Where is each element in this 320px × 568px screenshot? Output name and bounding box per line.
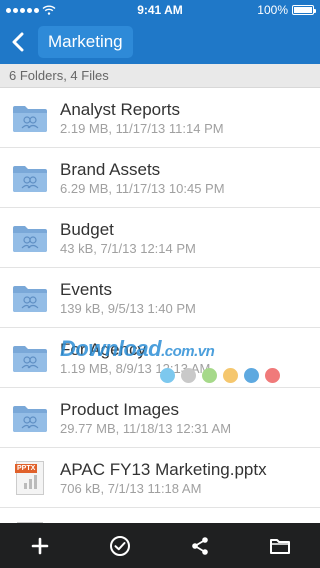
list-item-meta: 2.19 MB, 11/17/13 11:14 PM: [60, 120, 224, 136]
folder-icon: [0, 388, 60, 448]
watermark-text: Download: [60, 336, 162, 361]
checkmark-icon: [110, 535, 130, 556]
watermark-logo: Download.com.vn: [60, 336, 215, 362]
folder-icon: [0, 88, 60, 148]
list-item-text: Analyst Reports 2.19 MB, 11/17/13 11:14 P…: [60, 99, 224, 137]
list-item-text: Events 139 kB, 9/5/13 1:40 PM: [60, 279, 196, 317]
watermark-dot: [244, 368, 259, 383]
folder-icon: [0, 148, 60, 208]
list-item[interactable]: Brand Assets 6.29 MB, 11/17/13 10:45 PM: [0, 148, 320, 208]
watermark-dot: [160, 368, 175, 383]
list-item-meta: 43 kB, 7/1/13 12:14 PM: [60, 240, 196, 256]
list-item[interactable]: Product Images 29.77 MB, 11/18/13 12:31 A…: [0, 388, 320, 448]
folder-button[interactable]: [260, 526, 300, 566]
battery-icon: [292, 5, 316, 15]
folder-icon: [0, 208, 60, 268]
watermark-dot: [265, 368, 280, 383]
list-item[interactable]: Budget 43 kB, 7/1/13 12:14 PM: [0, 208, 320, 268]
list-item-meta: 706 kB, 7/1/13 11:18 AM: [60, 480, 202, 496]
back-button[interactable]: [6, 22, 30, 62]
signal-strength-icon: [6, 7, 39, 13]
folder-icon: [0, 268, 60, 328]
plus-icon: [31, 537, 49, 554]
share-icon: [192, 536, 208, 555]
list-item-meta: 139 kB, 9/5/13 1:40 PM: [60, 300, 196, 316]
chevron-left-icon: [12, 32, 24, 52]
list-item-name: Brand Assets: [60, 159, 161, 179]
pptx-file-icon: PPTX: [0, 448, 60, 508]
watermark-dot: [223, 368, 238, 383]
list-item-text: Brand Assets 6.29 MB, 11/17/13 10:45 PM: [60, 159, 225, 197]
status-bar: 9:41 AM 100%: [0, 0, 320, 20]
folder-icon: [270, 538, 290, 554]
add-button[interactable]: [20, 526, 60, 566]
list-item-text: APAC FY13 Marketing.pptx 706 kB, 7/1/13 1…: [60, 459, 267, 497]
list-item-name: Analyst Reports: [60, 99, 180, 119]
folder-summary: 6 Folders, 4 Files: [0, 64, 320, 88]
list-item-name: Events: [60, 279, 112, 299]
select-button[interactable]: [100, 526, 140, 566]
folder-icon: [0, 328, 60, 388]
list-item[interactable]: Analyst Reports 2.19 MB, 11/17/13 11:14 P…: [0, 88, 320, 148]
watermark-dot: [181, 368, 196, 383]
wifi-icon: [42, 5, 56, 15]
watermark-dot: [202, 368, 217, 383]
battery-percent: 100%: [257, 3, 288, 17]
signal-wifi-group: [6, 5, 56, 15]
file-icon: [0, 508, 60, 523]
battery-group: 100%: [257, 3, 316, 17]
navigation-bar: Marketing: [0, 20, 320, 64]
battery-level: [294, 7, 312, 13]
list-item[interactable]: PPTX APAC FY13 Marketing.pptx 706 kB, 7/1/…: [0, 448, 320, 508]
watermark-domain: .com.vn: [161, 343, 215, 360]
share-button[interactable]: [180, 526, 220, 566]
list-item-meta: 6.29 MB, 11/17/13 10:45 PM: [60, 180, 225, 196]
bottom-toolbar: [0, 523, 320, 568]
page-title[interactable]: Marketing: [38, 26, 133, 58]
list-item-name: APAC FY13 Marketing.pptx: [60, 459, 267, 479]
list-item-name: Budget: [60, 219, 114, 239]
list-item-name: Product Images: [60, 399, 180, 419]
list-item[interactable]: Campaign Results: [0, 508, 320, 523]
list-item-text: Budget 43 kB, 7/1/13 12:14 PM: [60, 219, 196, 257]
watermark-dots: [160, 368, 280, 383]
file-list: Analyst Reports 2.19 MB, 11/17/13 11:14 P…: [0, 88, 320, 523]
list-item-meta: 29.77 MB, 11/18/13 12:31 AM: [60, 420, 232, 436]
file-type-badge: PPTX: [15, 463, 38, 473]
list-item-text: Product Images 29.77 MB, 11/18/13 12:31 A…: [60, 399, 231, 437]
list-item[interactable]: Events 139 kB, 9/5/13 1:40 PM: [0, 268, 320, 328]
